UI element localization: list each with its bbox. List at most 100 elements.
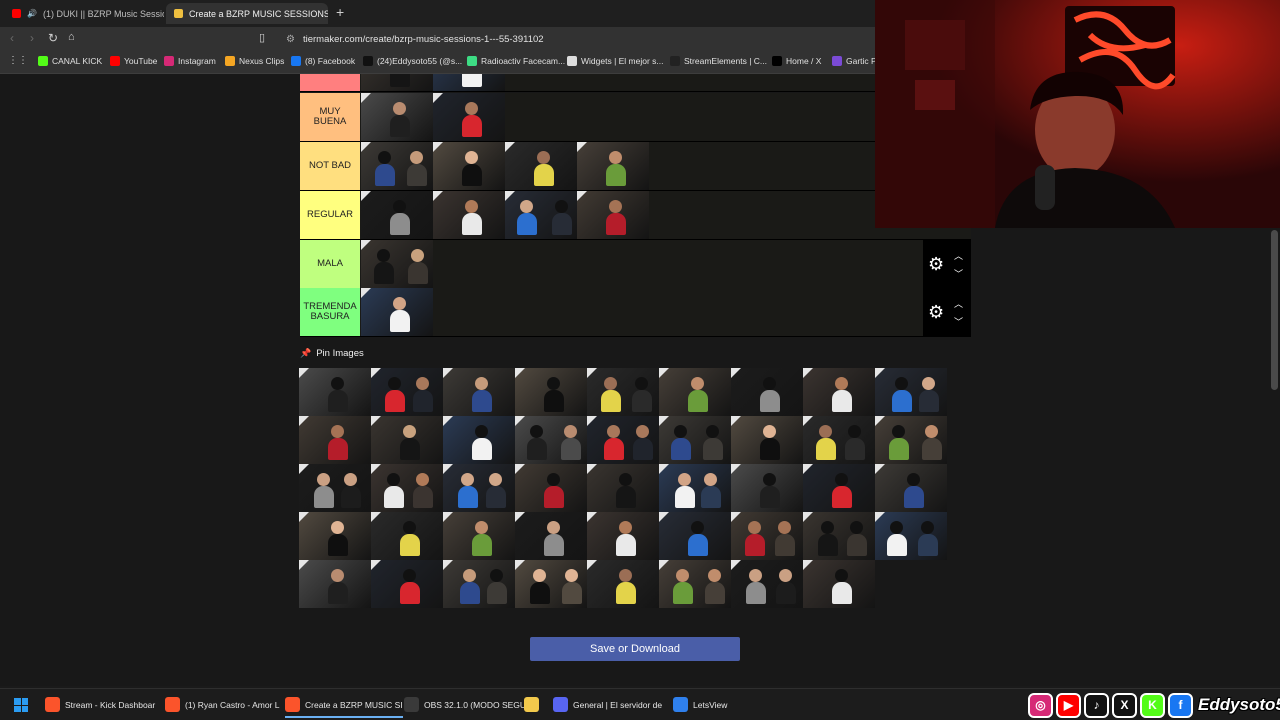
chevron-down-icon[interactable]: ﹀ [954,267,963,280]
pool-image[interactable] [659,416,731,464]
page-scrollbar[interactable] [1271,230,1278,390]
pool-image[interactable] [803,512,875,560]
pool-image[interactable] [299,464,371,512]
pool-image[interactable] [803,464,875,512]
tier-image[interactable] [433,74,505,91]
tier-image[interactable] [433,93,505,141]
pool-image[interactable] [587,416,659,464]
gear-icon[interactable]: ⚙ [928,302,944,323]
pool-image[interactable] [659,512,731,560]
taskbar-item[interactable]: General | El servidor de [553,697,662,712]
bookmark-item[interactable]: Widgets | El mejor s... [567,56,664,66]
bookmark-icon[interactable]: ▯ [259,31,265,44]
tier-label[interactable] [300,74,360,91]
pool-image[interactable] [443,560,515,608]
tier-label[interactable]: REGULAR [300,191,360,239]
pool-image[interactable] [731,416,803,464]
pool-image[interactable] [731,368,803,416]
tier-label[interactable]: MALA [300,240,360,288]
tier-label[interactable]: NOT BAD [300,142,360,190]
tier-label[interactable]: MUY BUENA [300,93,360,141]
bookmark-item[interactable]: Radioactiv Facecam... [467,56,565,66]
bookmark-item[interactable]: (8) Facebook [291,56,355,66]
pool-image[interactable] [515,368,587,416]
tier-image[interactable] [361,288,433,336]
pool-image[interactable] [587,368,659,416]
pool-image[interactable] [515,512,587,560]
taskbar-item[interactable] [524,697,539,712]
home-icon[interactable]: ⌂ [68,31,75,43]
pool-image[interactable] [875,416,947,464]
reload-icon[interactable]: ↻ [48,31,58,45]
pool-image[interactable] [875,368,947,416]
bookmark-item[interactable]: Nexus Clips [225,56,284,66]
tab-duki[interactable]: 🔊 (1) DUKI || BZRP Music Sessions # [4,3,164,24]
pool-image[interactable] [515,560,587,608]
gear-icon[interactable]: ⚙ [928,254,944,275]
tier-image[interactable] [433,142,505,190]
pool-image[interactable] [443,464,515,512]
taskbar-item[interactable]: (1) Ryan Castro - Amor L [165,697,279,712]
site-info-icon[interactable]: ⚙ [286,34,295,45]
pool-image[interactable] [371,512,443,560]
pool-image[interactable] [803,368,875,416]
bookmark-item[interactable]: YouTube [110,56,157,66]
new-tab-button[interactable]: + [336,4,344,20]
pool-image[interactable] [731,464,803,512]
tab-tiermaker[interactable]: Create a BZRP MUSIC SESSIONS × [166,3,328,24]
pool-image[interactable] [371,416,443,464]
pool-image[interactable] [299,368,371,416]
pool-image[interactable] [587,464,659,512]
chevron-up-icon[interactable]: ︿ [954,297,963,310]
pool-image[interactable] [659,560,731,608]
chevron-down-icon[interactable]: ﹀ [954,315,963,328]
tier-image[interactable] [361,191,433,239]
tier-image[interactable] [361,142,433,190]
tier-image[interactable] [577,142,649,190]
pool-image[interactable] [587,560,659,608]
pool-image[interactable] [515,416,587,464]
speaker-icon[interactable]: 🔊 [27,9,37,18]
pin-images-header[interactable]: 📌 Pin Images [300,348,364,359]
pool-image[interactable] [371,368,443,416]
tier-image[interactable] [505,142,577,190]
pool-image[interactable] [803,560,875,608]
pool-image[interactable] [659,464,731,512]
pool-image[interactable] [371,464,443,512]
windows-start-icon[interactable] [14,698,28,712]
taskbar-item[interactable]: OBS 32.1.0 (MODO SEGU [404,697,526,712]
pool-image[interactable] [875,464,947,512]
taskbar-item[interactable]: Create a BZRP MUSIC SI [285,697,403,718]
save-or-download-button[interactable]: Save or Download [530,637,740,661]
bookmark-item[interactable]: Instagram [164,56,216,66]
bookmark-item[interactable]: Home / X [772,56,821,66]
pool-image[interactable] [371,560,443,608]
bookmark-item[interactable]: (24)Eddysoto55 (@s... [363,56,462,66]
pool-image[interactable] [443,368,515,416]
pool-image[interactable] [803,416,875,464]
pool-image[interactable] [731,512,803,560]
taskbar-item[interactable]: Stream - Kick Dashboar [45,697,155,712]
bookmark-item[interactable]: Gartic P [832,56,877,66]
chevron-up-icon[interactable]: ︿ [954,249,963,262]
apps-grid-icon[interactable]: ⋮⋮ [8,55,28,66]
tier-image[interactable] [433,191,505,239]
pool-image[interactable] [443,416,515,464]
address-bar[interactable]: ⚙ tiermaker.com/create/bzrp-music-sessio… [278,30,878,49]
pool-image[interactable] [659,368,731,416]
tier-label[interactable]: TREMENDA BASURA [300,288,360,336]
pool-image[interactable] [299,560,371,608]
forward-icon[interactable]: › [30,31,34,45]
pool-image[interactable] [299,416,371,464]
tier-image[interactable] [361,240,433,288]
bookmark-item[interactable]: StreamElements | C... [670,56,767,66]
pool-image[interactable] [731,560,803,608]
pool-image[interactable] [515,464,587,512]
bookmark-item[interactable]: CANAL KICK [38,56,102,66]
tier-image[interactable] [505,191,577,239]
pool-image[interactable] [875,512,947,560]
tier-image[interactable] [361,93,433,141]
pool-image[interactable] [587,512,659,560]
back-icon[interactable]: ‹ [10,31,14,45]
taskbar-item[interactable]: LetsView [673,697,727,712]
